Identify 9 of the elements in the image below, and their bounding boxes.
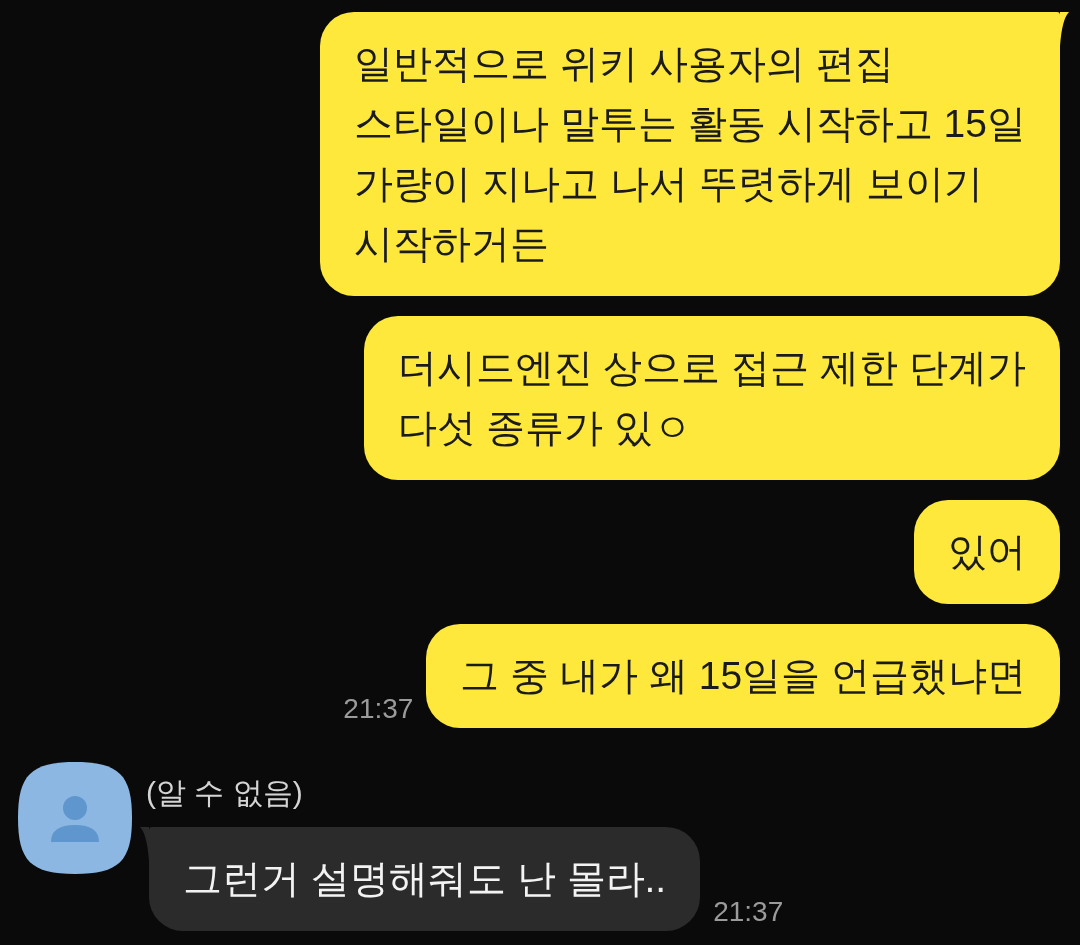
message-text: 있어 (948, 529, 1026, 575)
timestamp: 21:37 (343, 692, 414, 726)
sender-name: (알 수 없음) (146, 775, 303, 811)
avatar-icon[interactable] (18, 762, 132, 874)
message-text: 그 중 내가 왜 15일을 언급했냐면 (460, 653, 1026, 699)
message-text: 그런거 설명해줘도 난 몰라.. (183, 856, 667, 902)
message-text: 일반적으로 위키 사용자의 편집 스타일이나 말투는 활동 시작하고 15일 가량이 지나고 나서 뚜렷하게 보이기 시작하거든 (354, 41, 1026, 267)
timestamp: 21:37 (713, 895, 784, 929)
message-text: 더시드엔진 상으로 접근 제한 단계가 다섯 종류가 있ㅇ (397, 345, 1026, 451)
